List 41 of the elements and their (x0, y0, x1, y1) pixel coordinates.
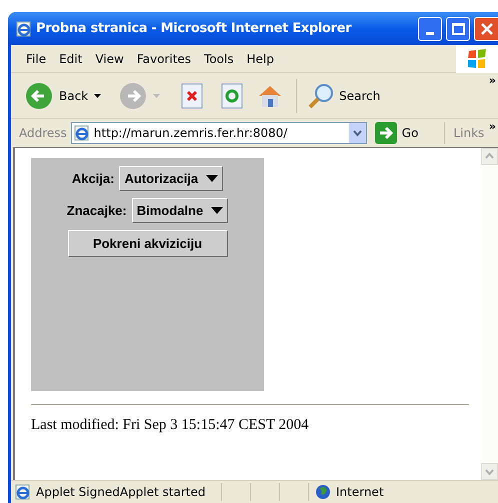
windows-logo-icon (466, 48, 488, 70)
menu-item[interactable]: View (95, 50, 124, 68)
menu-item[interactable]: Help (246, 50, 274, 68)
links-overflow[interactable]: » (488, 121, 496, 132)
menu-item[interactable]: File (26, 50, 46, 68)
search-button[interactable]: Search (307, 82, 380, 110)
go-button[interactable]: Go (374, 122, 418, 144)
menu-item[interactable]: Tools (204, 50, 234, 68)
dropdown[interactable]: Autorizacija (119, 166, 224, 191)
dropdown-arrow-icon (211, 207, 224, 214)
window-title: Probna stranica - Microsoft Internet Explorer (36, 20, 352, 38)
refresh-icon[interactable] (220, 82, 244, 108)
last-modified-text: Last modified: Fri Sep 3 15:15:47 CEST 2004 (31, 416, 310, 435)
page-icon (74, 125, 90, 141)
address-url: http://marun.zemris.fer.hr:8080/ (94, 125, 288, 142)
browser-icon (16, 20, 32, 36)
status-message: Applet SignedApplet started (36, 484, 206, 501)
close-icon (480, 22, 494, 36)
dropdown-arrow-icon[interactable] (94, 94, 102, 98)
toolbar-overflow[interactable]: » (488, 75, 496, 86)
address-field[interactable]: http://marun.zemris.fer.hr:8080/ (70, 122, 367, 144)
maximize-button[interactable] (446, 16, 470, 40)
stop-icon[interactable] (180, 82, 204, 108)
dropdown-value: Bimodalne (136, 202, 204, 220)
close-button[interactable] (474, 16, 498, 40)
field-label: Znacajke: (66, 202, 127, 220)
minimize-button[interactable] (418, 16, 442, 40)
field-label: Akcija: (72, 170, 114, 188)
address-label: Address (19, 125, 67, 142)
page-icon (15, 484, 31, 500)
dropdown[interactable]: Bimodalne (132, 198, 228, 223)
dropdown-value: Autorizacija (124, 170, 198, 188)
menu-item[interactable]: Favorites (136, 50, 192, 68)
zone-label: Internet (336, 484, 384, 501)
back-button[interactable]: Back (25, 82, 88, 110)
dropdown-arrow-icon (153, 94, 160, 98)
menu-item[interactable]: Edit (59, 50, 82, 68)
globe-icon (315, 484, 331, 500)
search-icon (307, 82, 336, 110)
start-button[interactable]: Pokreni akviziciju (68, 230, 228, 257)
dropdown-arrow-icon (206, 175, 218, 182)
